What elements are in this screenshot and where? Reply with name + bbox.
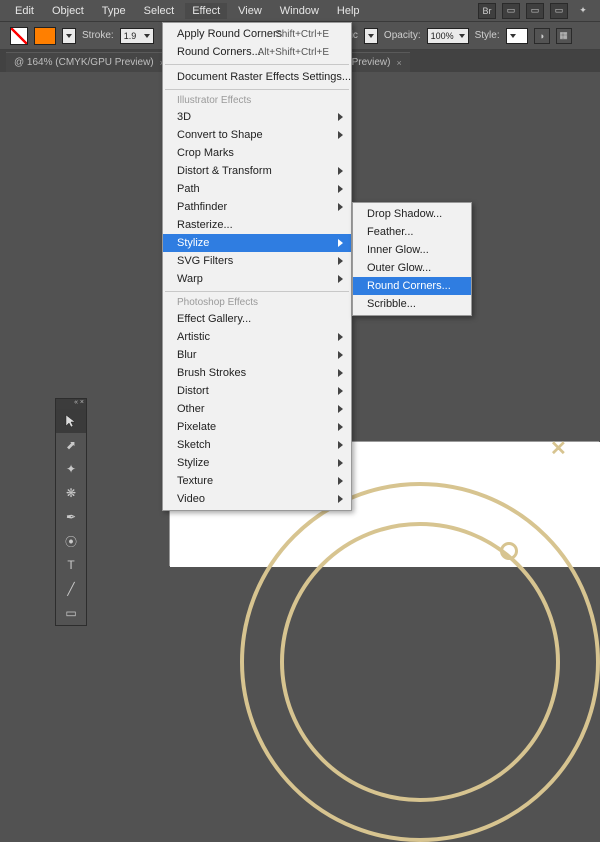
bridge-button[interactable]: Br xyxy=(478,3,496,19)
arrange-button-2[interactable]: ▭ xyxy=(526,3,544,19)
mi-apply-last-effect-shortcut: Shift+Ctrl+E xyxy=(275,29,329,40)
mi-outer-glow[interactable]: Outer Glow... xyxy=(353,259,471,277)
mi-apply-last-effect[interactable]: Apply Round Corners Shift+Ctrl+E xyxy=(163,25,351,43)
menu-separator xyxy=(165,89,349,90)
mi-blur[interactable]: Blur xyxy=(163,346,351,364)
tools-panel-header[interactable]: « × xyxy=(56,399,86,409)
artwork-dot[interactable] xyxy=(500,542,518,560)
menu-separator xyxy=(165,291,349,292)
stroke-weight-input[interactable]: 1.9 xyxy=(120,28,154,44)
tool-selection[interactable] xyxy=(56,409,86,433)
menu-help[interactable]: Help xyxy=(330,3,367,19)
stroke-swatch[interactable] xyxy=(34,27,56,45)
tool-curvature[interactable]: ⦿ xyxy=(56,529,86,553)
mi-crop-marks[interactable]: Crop Marks xyxy=(163,144,351,162)
selection-icon xyxy=(65,414,77,428)
mi-video[interactable]: Video xyxy=(163,490,351,508)
mi-stylize-ps[interactable]: Stylize xyxy=(163,454,351,472)
tools-panel[interactable]: « × ⬈ ✦ ❋ ✒ ⦿ T ╱ ▭ xyxy=(55,398,87,626)
align-icon[interactable]: ▦ xyxy=(556,28,572,44)
tool-pen[interactable]: ✒ xyxy=(56,505,86,529)
mi-texture[interactable]: Texture xyxy=(163,472,351,490)
mi-pixelate[interactable]: Pixelate xyxy=(163,418,351,436)
mi-last-effect-shortcut: Alt+Shift+Ctrl+E xyxy=(258,47,329,58)
stylize-submenu: Drop Shadow... Feather... Inner Glow... … xyxy=(352,202,472,316)
fill-swatch[interactable] xyxy=(10,27,28,45)
effect-menu: Apply Round Corners Shift+Ctrl+E Round C… xyxy=(162,22,352,511)
menu-window[interactable]: Window xyxy=(273,3,326,19)
mi-convert-to-shape[interactable]: Convert to Shape xyxy=(163,126,351,144)
mi-raster-settings[interactable]: Document Raster Effects Settings... xyxy=(163,68,351,86)
menu-effect[interactable]: Effect xyxy=(185,3,227,19)
mi-pathfinder[interactable]: Pathfinder xyxy=(163,198,351,216)
mi-sketch[interactable]: Sketch xyxy=(163,436,351,454)
menubar: Edit Object Type Select Effect View Wind… xyxy=(0,0,600,22)
artwork-cross[interactable]: ✕ xyxy=(550,436,567,461)
mi-apply-last-effect-label: Apply Round Corners xyxy=(177,28,282,40)
menu-type[interactable]: Type xyxy=(95,3,133,19)
arrange-button-1[interactable]: ▭ xyxy=(502,3,520,19)
mi-round-corners[interactable]: Round Corners... xyxy=(353,277,471,295)
arrange-button-3[interactable]: ▭ xyxy=(550,3,568,19)
stroke-label: Stroke: xyxy=(82,30,114,41)
mi-feather[interactable]: Feather... xyxy=(353,223,471,241)
opacity-input[interactable]: 100% xyxy=(427,28,469,44)
artwork-circle-inner[interactable] xyxy=(280,522,560,802)
mi-3d[interactable]: 3D xyxy=(163,108,351,126)
mi-distort[interactable]: Distort xyxy=(163,382,351,400)
opacity-value: 100% xyxy=(431,31,454,41)
mi-other[interactable]: Other xyxy=(163,400,351,418)
menu-view[interactable]: View xyxy=(231,3,269,19)
style-label: Style: xyxy=(475,30,500,41)
menu-select[interactable]: Select xyxy=(137,3,182,19)
mi-last-effect-label: Round Corners... xyxy=(177,46,261,58)
mi-distort-transform[interactable]: Distort & Transform xyxy=(163,162,351,180)
mi-warp[interactable]: Warp xyxy=(163,270,351,288)
close-tab-2-icon[interactable]: × xyxy=(396,58,401,68)
menu-separator xyxy=(165,64,349,65)
stroke-type-dropdown[interactable] xyxy=(62,28,76,44)
stroke-weight-value: 1.9 xyxy=(124,31,137,41)
tool-line[interactable]: ╱ xyxy=(56,577,86,601)
style-dropdown[interactable] xyxy=(506,28,528,44)
mi-rasterize[interactable]: Rasterize... xyxy=(163,216,351,234)
gpu-icon[interactable]: ✦ xyxy=(574,3,592,19)
document-tab-1-label: @ 164% (CMYK/GPU Preview) xyxy=(14,57,154,68)
mi-artistic[interactable]: Artistic xyxy=(163,328,351,346)
tool-type[interactable]: T xyxy=(56,553,86,577)
section-photoshop-effects: Photoshop Effects xyxy=(163,295,351,310)
mi-effect-gallery[interactable]: Effect Gallery... xyxy=(163,310,351,328)
mi-stylize[interactable]: Stylize xyxy=(163,234,351,252)
mi-brush-strokes[interactable]: Brush Strokes xyxy=(163,364,351,382)
mi-path[interactable]: Path xyxy=(163,180,351,198)
document-tab-1[interactable]: @ 164% (CMYK/GPU Preview) × xyxy=(6,52,173,72)
menu-edit[interactable]: Edit xyxy=(8,3,41,19)
tool-rectangle[interactable]: ▭ xyxy=(56,601,86,625)
recolor-icon[interactable]: ◑ xyxy=(534,28,550,44)
tool-magic-wand[interactable]: ✦ xyxy=(56,457,86,481)
mi-svg-filters[interactable]: SVG Filters xyxy=(163,252,351,270)
mi-drop-shadow[interactable]: Drop Shadow... xyxy=(353,205,471,223)
mi-scribble[interactable]: Scribble... xyxy=(353,295,471,313)
menubar-right-buttons: Br ▭ ▭ ▭ ✦ xyxy=(478,3,600,19)
section-illustrator-effects: Illustrator Effects xyxy=(163,93,351,108)
tool-direct-selection[interactable]: ⬈ xyxy=(56,433,86,457)
menu-object[interactable]: Object xyxy=(45,3,91,19)
mi-last-effect[interactable]: Round Corners... Alt+Shift+Ctrl+E xyxy=(163,43,351,61)
opacity-label: Opacity: xyxy=(384,30,421,41)
mi-inner-glow[interactable]: Inner Glow... xyxy=(353,241,471,259)
basic-dropdown[interactable] xyxy=(364,28,378,44)
tool-lasso[interactable]: ❋ xyxy=(56,481,86,505)
